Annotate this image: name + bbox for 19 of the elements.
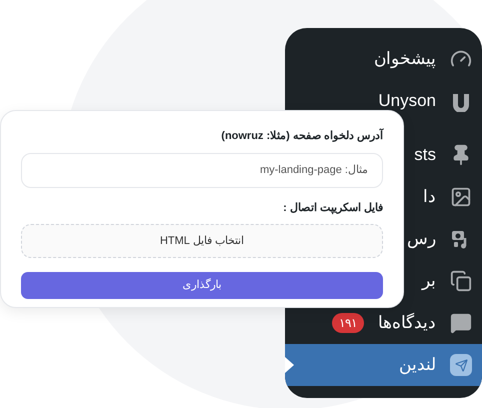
menu-pointer (285, 357, 294, 373)
upload-button[interactable]: بارگذاری (21, 272, 383, 299)
sidebar-item[interactable]: دا (423, 185, 472, 209)
sidebar-item[interactable]: رس (407, 227, 472, 251)
comment-icon (450, 312, 472, 334)
count-badge: ۱۹۱ (332, 313, 364, 333)
pages-icon (450, 270, 472, 292)
send-icon (450, 354, 472, 376)
file-select-button[interactable]: انتخاب فایل HTML (21, 224, 383, 258)
sidebar-item[interactable]: بر (422, 269, 472, 293)
sidebar-item[interactable]: Unyson (378, 89, 472, 113)
sidebar-item[interactable]: پیشخوان (374, 47, 472, 71)
field-label: آدرس دلخواه صفحه (مثلا: nowruz) (220, 128, 383, 144)
sidebar-item[interactable]: لندین (285, 344, 482, 386)
field-label: فایل اسکریپت اتصال : (282, 200, 383, 216)
image-icon (450, 186, 472, 208)
url-field[interactable]: مثال: my-landing-page (21, 152, 383, 188)
sidebar-item[interactable]: دیدگاه‌ها ۱۹۱ (332, 311, 472, 335)
sidebar-item[interactable]: sts (414, 143, 472, 167)
